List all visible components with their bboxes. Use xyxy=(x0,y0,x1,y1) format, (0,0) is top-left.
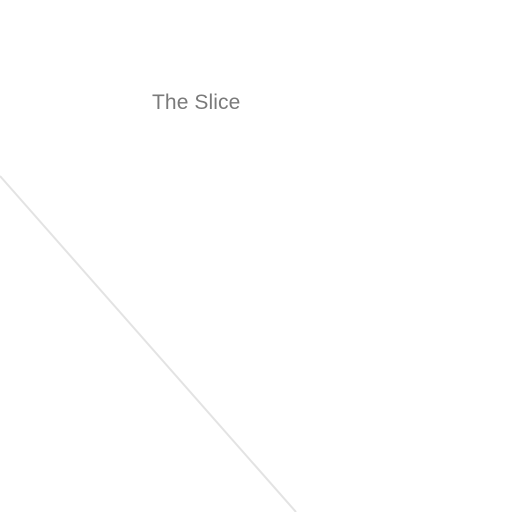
diagonal-divider-line xyxy=(0,175,297,512)
page-canvas: The Slice xyxy=(0,0,512,512)
slice-line xyxy=(0,175,297,512)
